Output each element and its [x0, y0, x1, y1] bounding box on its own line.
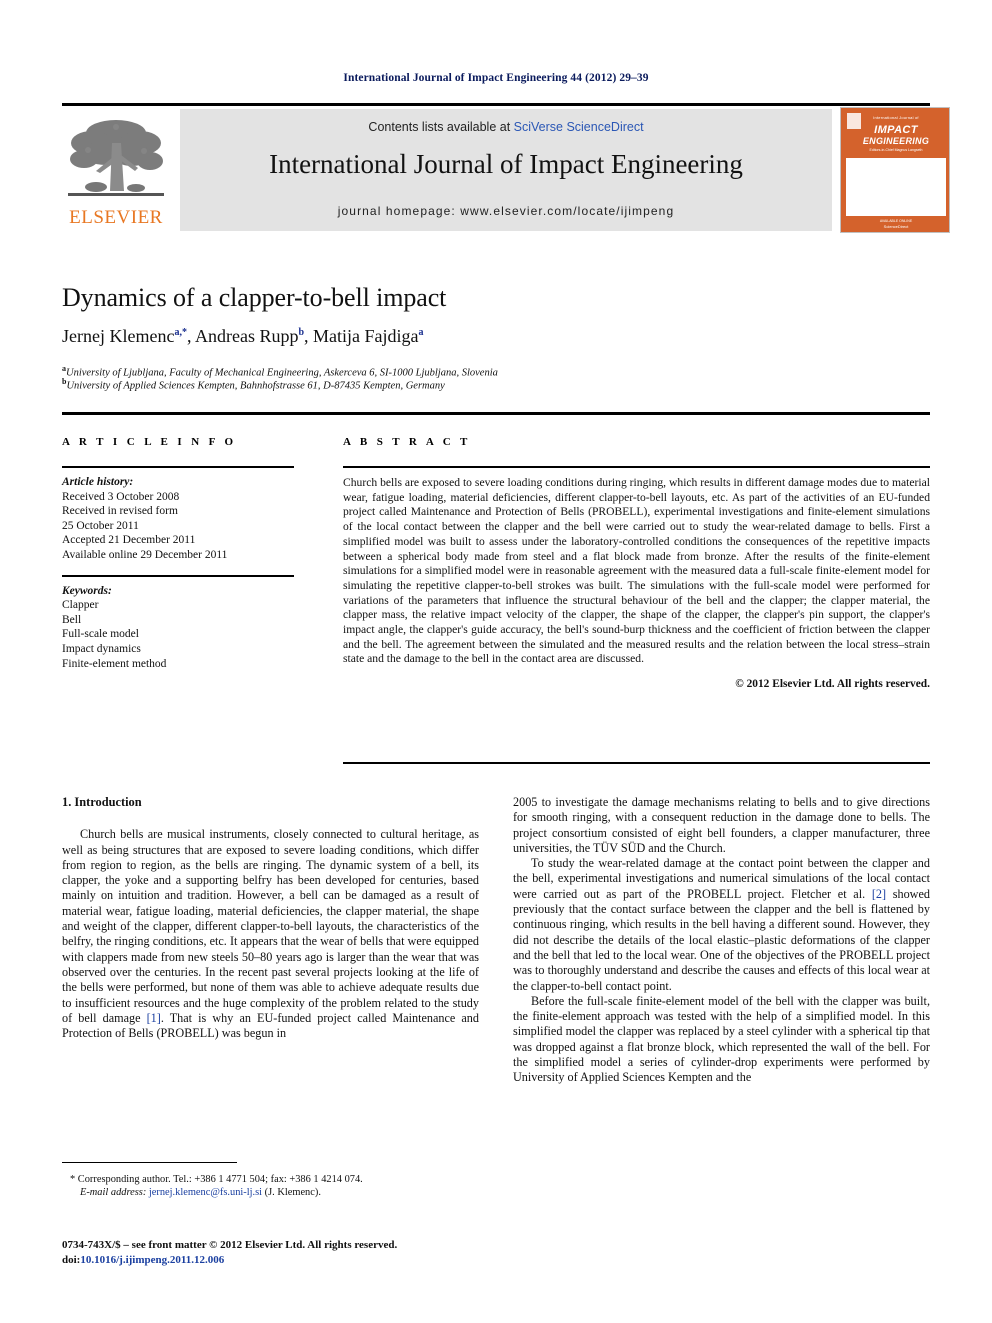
keywords-label: Keywords:	[62, 584, 112, 597]
elsevier-tree-icon	[66, 113, 166, 205]
body-column-right: 2005 to investigate the damage mechanism…	[513, 795, 930, 1086]
article-info-rule	[62, 466, 294, 468]
email-link[interactable]: jernej.klemenc@fs.uni-lj.si	[149, 1187, 262, 1198]
author-list: Jernej Klemenca,*, Andreas Ruppb, Matija…	[62, 326, 424, 346]
email-note: E-mail address: jernej.klemenc@fs.uni-lj…	[62, 1186, 479, 1199]
keyword-item: Finite-element method	[62, 657, 167, 670]
journal-title: International Journal of Impact Engineer…	[269, 149, 743, 179]
article-history-label: Article history:	[62, 476, 134, 488]
elsevier-wordmark: ELSEVIER	[69, 207, 163, 228]
cover-editors: Editors-in-Chief Magnus Langseth	[869, 148, 923, 152]
history-item: Received 3 October 2008	[62, 490, 180, 503]
author-marks: a,*	[174, 327, 187, 338]
paragraph-text: To study the wear-related damage at the …	[513, 856, 930, 993]
journal-masthead: ELSEVIER Contents lists available at Sci…	[62, 103, 950, 233]
affiliation: bUniversity of Applied Sciences Kempten,…	[62, 375, 882, 393]
article-history-block: Article history: Received 3 October 2008…	[62, 475, 294, 563]
page-title: Dynamics of a clapper-to-bell impact	[62, 283, 447, 312]
history-item: 25 October 2011	[62, 519, 139, 532]
paragraph-text: Before the full-scale finite-element mod…	[513, 993, 930, 1085]
cover-image-area	[846, 158, 946, 216]
sciencedirect-link[interactable]: SciVerse ScienceDirect	[514, 120, 644, 134]
author-marks: a	[418, 327, 424, 338]
corresponding-author-note: * Corresponding author. Tel.: +386 1 477…	[70, 1174, 363, 1185]
cover-header-text: International Journal of	[873, 115, 919, 120]
contents-available-line: Contents lists available at SciVerse Sci…	[180, 120, 832, 134]
masthead-top-rule	[62, 103, 930, 106]
running-head: International Journal of Impact Engineer…	[343, 72, 649, 84]
abstract-text: Church bells are exposed to severe loadi…	[343, 476, 930, 666]
cover-title-line1: IMPACT	[874, 124, 918, 136]
footnote-block: * Corresponding author. Tel.: +386 1 477…	[62, 1173, 479, 1200]
email-label: E-mail address:	[80, 1187, 147, 1199]
keyword-item: Impact dynamics	[62, 642, 141, 655]
journal-cover-thumbnail[interactable]: International Journal of IMPACT ENGINEER…	[840, 107, 950, 233]
tree-svg	[68, 120, 164, 196]
abstract-heading: A B S T R A C T	[343, 436, 471, 448]
paragraph: To study the wear-related damage at the …	[513, 856, 930, 994]
history-item: Received in revised form	[62, 505, 178, 518]
doi-label: doi:	[62, 1253, 81, 1266]
contents-prefix: Contents lists available at	[368, 120, 514, 134]
abstract-column: Church bells are exposed to severe loadi…	[343, 466, 930, 690]
citation-link[interactable]: [1]	[147, 1011, 161, 1025]
affiliation-text: University of Applied Sciences Kempten, …	[66, 380, 445, 392]
doi-line: doi:10.1016/j.ijimpeng.2011.12.006	[62, 1253, 492, 1268]
body-column-left: 1. Introduction Church bells are musical…	[62, 795, 479, 1041]
author-name: Matija Fajdiga	[313, 326, 419, 346]
section-heading-introduction: 1. Introduction	[62, 795, 142, 809]
keyword-item: Full-scale model	[62, 628, 139, 641]
keyword-item: Clapper	[62, 599, 99, 612]
keywords-rule	[62, 574, 294, 577]
paragraph-text: 2005 to investigate the damage mechanism…	[513, 795, 930, 855]
cover-title-line2: ENGINEERING	[862, 136, 930, 146]
header-divider-rule	[62, 412, 930, 415]
abstract-rule-top	[343, 466, 930, 468]
issn-front-matter: 0734-743X/$ – see front matter © 2012 El…	[62, 1239, 398, 1251]
cover-sciencedirect-mark: ScienceDirect	[883, 224, 909, 229]
paragraph: Before the full-scale finite-element mod…	[513, 994, 930, 1086]
paragraph-text: Church bells are musical instruments, cl…	[62, 827, 479, 1041]
keywords-block: Keywords: Clapper Bell Full-scale model …	[62, 584, 294, 672]
history-item: Accepted 21 December 2011	[62, 534, 196, 547]
abstract-rule-bottom	[343, 762, 930, 764]
footnote-rule	[62, 1162, 237, 1163]
citation-link[interactable]: [2]	[872, 887, 886, 901]
journal-homepage[interactable]: journal homepage: www.elsevier.com/locat…	[180, 204, 832, 218]
journal-band: Contents lists available at SciVerse Sci…	[180, 109, 832, 231]
doi-link[interactable]: 10.1016/j.ijimpeng.2011.12.006	[80, 1254, 224, 1266]
imprint-block: 0734-743X/$ – see front matter © 2012 El…	[62, 1238, 492, 1267]
paragraph: Church bells are musical instruments, cl…	[62, 827, 479, 1041]
author-name: Andreas Rupp	[194, 326, 299, 346]
author-marks: b	[298, 327, 305, 338]
abstract-copyright: © 2012 Elsevier Ltd. All rights reserved…	[735, 678, 930, 691]
author-name: Jernej Klemenc	[62, 326, 175, 346]
keyword-item: Bell	[62, 613, 82, 626]
article-info-column: Article history: Received 3 October 2008…	[62, 466, 294, 671]
article-info-heading: A R T I C L E I N F O	[62, 436, 237, 448]
paper-page: International Journal of Impact Engineer…	[0, 0, 992, 1323]
history-item: Available online 29 December 2011	[62, 548, 228, 561]
paragraph: 2005 to investigate the damage mechanism…	[513, 795, 930, 856]
elsevier-logo: ELSEVIER	[62, 109, 170, 231]
email-suffix: (J. Klemenc).	[264, 1187, 321, 1199]
cover-footer-text: AVAILABLE ONLINE	[879, 219, 913, 223]
